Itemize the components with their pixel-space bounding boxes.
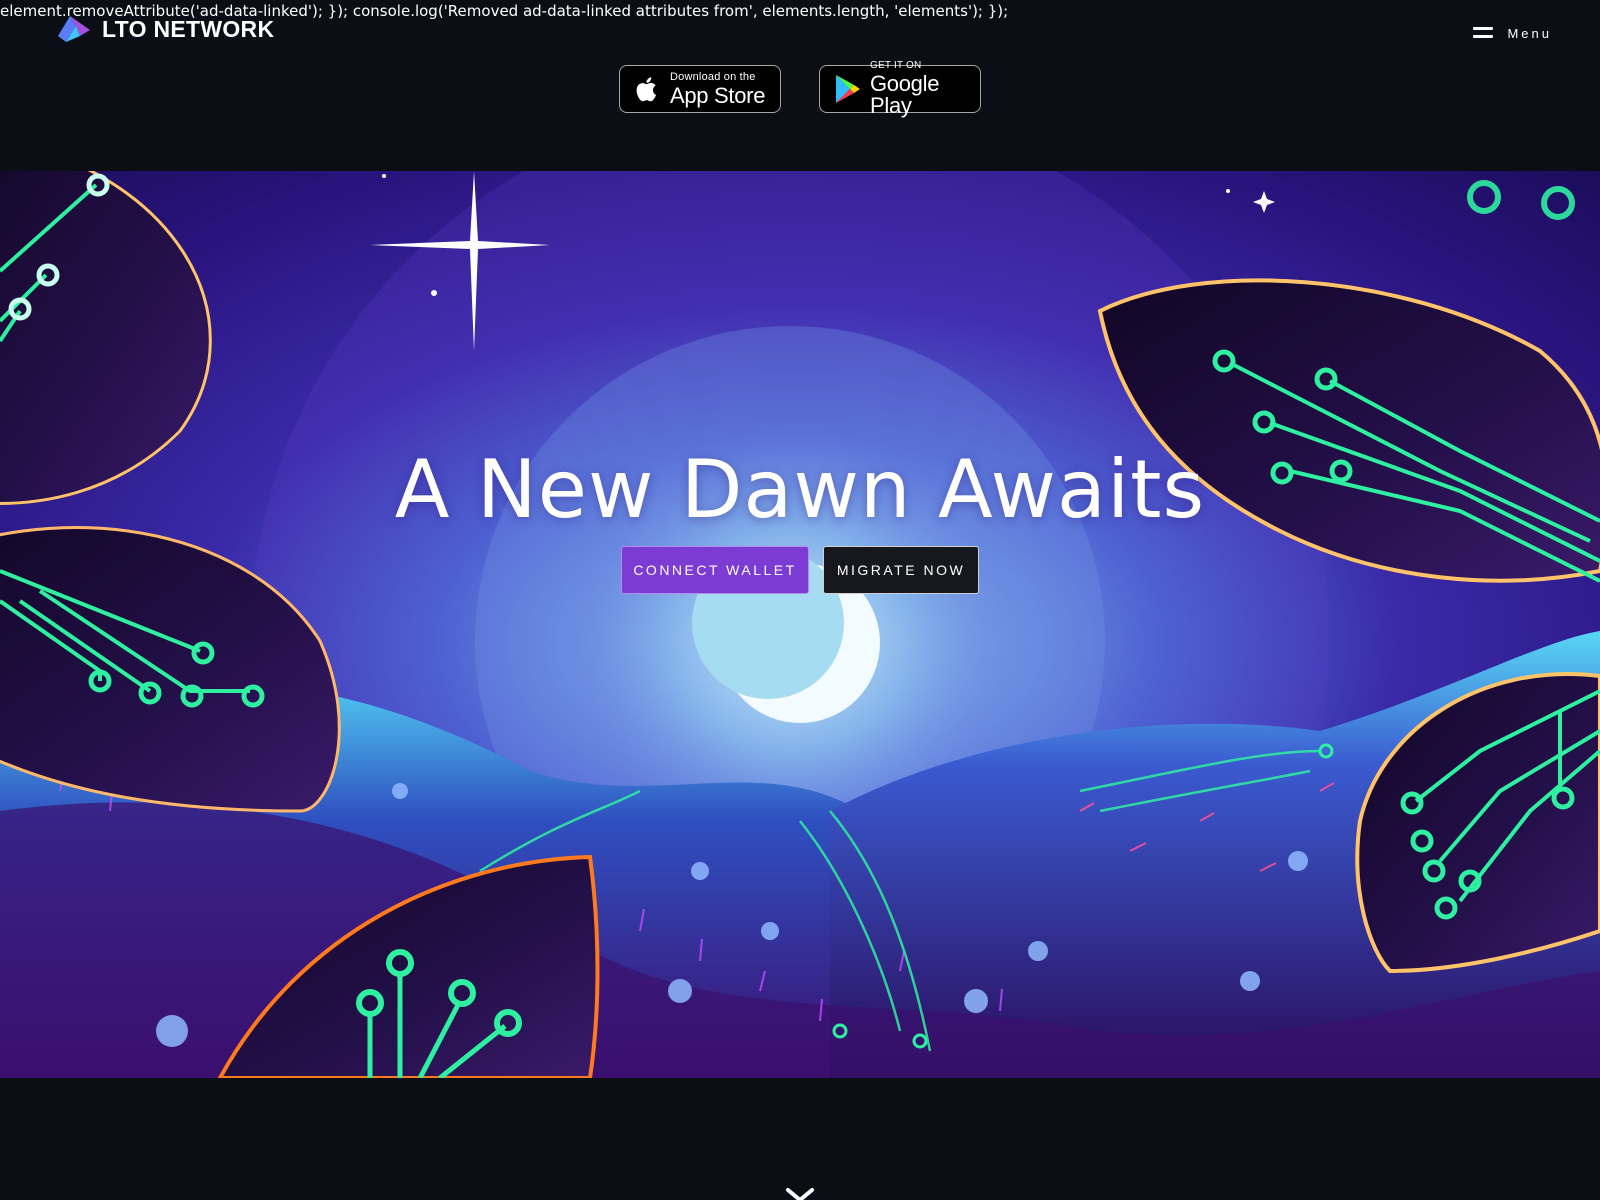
hero-actions: CONNECT WALLET MIGRATE NOW: [0, 546, 1600, 594]
google-play-badge[interactable]: GET IT ON Google Play: [819, 61, 981, 117]
menu-label: Menu: [1507, 25, 1552, 41]
hero-title: A New Dawn Awaits: [394, 443, 1206, 536]
google-play-icon: [836, 75, 860, 103]
google-play-large-text: Google Play: [870, 71, 940, 118]
chevron-down-icon[interactable]: [784, 1188, 816, 1200]
migrate-now-button[interactable]: MIGRATE NOW: [823, 546, 979, 594]
app-store-small-text: Download on the: [670, 70, 756, 83]
connect-wallet-button[interactable]: CONNECT WALLET: [621, 546, 809, 594]
apple-icon: [636, 77, 657, 102]
debug-overlay-text: element.removeAttribute('ad-data-linked'…: [0, 2, 1009, 20]
page: element.removeAttribute('ad-data-linked'…: [0, 0, 1600, 1200]
app-store-badge[interactable]: Download on the App Store: [619, 65, 781, 113]
app-store-large-text: App Store: [670, 82, 766, 108]
menu-button[interactable]: Menu: [1473, 22, 1552, 44]
hero-illustration: [0, 171, 1600, 1078]
google-play-small-text: GET IT ON: [870, 60, 922, 71]
hero-section: A New Dawn Awaits CONNECT WALLET MIGRATE…: [0, 171, 1600, 1078]
hamburger-icon: [1473, 27, 1494, 39]
